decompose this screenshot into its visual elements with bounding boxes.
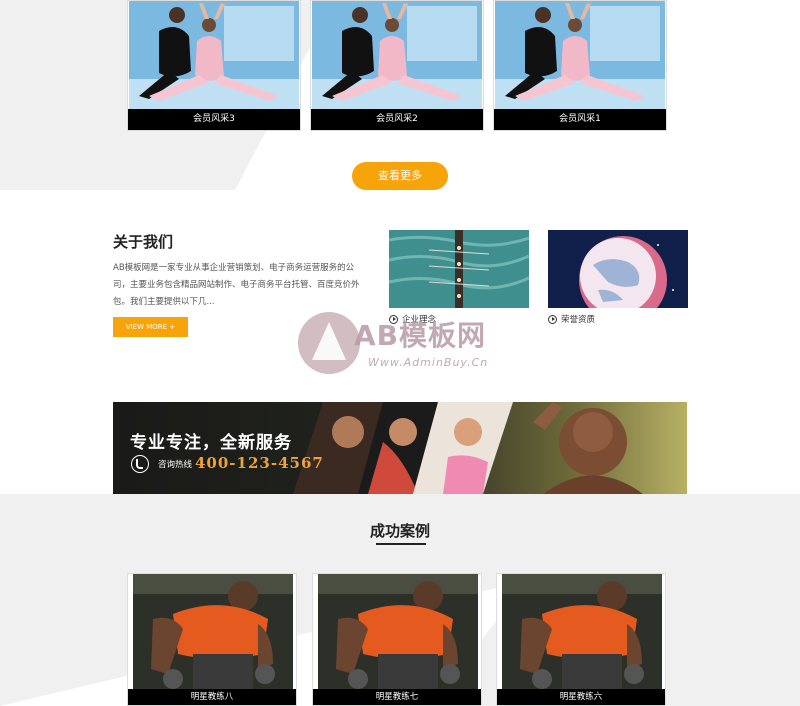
trainer-photo [318, 574, 478, 692]
ballet-photo [312, 1, 482, 109]
gallery-card[interactable]: 会员风采3 [127, 0, 301, 131]
trainer-photo [502, 574, 662, 692]
case-caption[interactable]: 明星教练八 [128, 689, 296, 705]
trainer-photo [133, 574, 293, 692]
feature-card[interactable]: 企业理念 [389, 230, 529, 325]
feature-label[interactable]: 企业理念 [402, 313, 436, 325]
play-circle-icon [389, 314, 398, 324]
case-card[interactable]: 明星教练七 [312, 573, 482, 706]
gallery-caption[interactable]: 会员风采2 [311, 109, 483, 130]
play-circle-icon [548, 314, 557, 324]
gallery-card[interactable]: 会员风采2 [310, 0, 484, 131]
case-caption[interactable]: 明星教练六 [497, 689, 665, 705]
feature-card[interactable]: 荣誉资质 [548, 230, 688, 325]
phone-icon [131, 455, 149, 473]
globe-photo [548, 230, 688, 308]
gallery-caption[interactable]: 会员风采1 [494, 109, 666, 130]
view-more-button[interactable]: 查看更多 [352, 162, 448, 190]
banner-title: 专业专注，全新服务 [130, 433, 292, 453]
hotline-number[interactable]: 400-123-4567 [195, 454, 324, 472]
case-card[interactable]: 明星教练六 [496, 573, 666, 706]
cases-title: 成功案例 [369, 522, 430, 540]
about-description: AB模板网是一家专业从事企业营销策划、电子商务运营服务的公司，主要业务包含精品网… [113, 263, 360, 307]
gallery-card[interactable]: 会员风采1 [493, 0, 667, 131]
ballet-photo [129, 1, 299, 109]
case-caption[interactable]: 明星教练七 [313, 689, 481, 705]
member-gallery: 会员风采3 会员风采2 会员风采1 [127, 0, 667, 131]
rowing-photo [389, 230, 529, 308]
title-underline [376, 543, 426, 545]
feature-label[interactable]: 荣誉资质 [561, 313, 595, 325]
gallery-caption[interactable]: 会员风采3 [128, 109, 300, 130]
ballet-photo [495, 1, 665, 109]
about-title: 关于我们 [113, 233, 174, 251]
about-view-more-button[interactable]: VIEW MORE + [113, 317, 188, 337]
case-card[interactable]: 明星教练八 [127, 573, 297, 706]
service-banner[interactable]: 专业专注，全新服务 咨询热线 400-123-4567 [113, 402, 687, 494]
hotline-label: 咨询热线 [158, 460, 193, 470]
